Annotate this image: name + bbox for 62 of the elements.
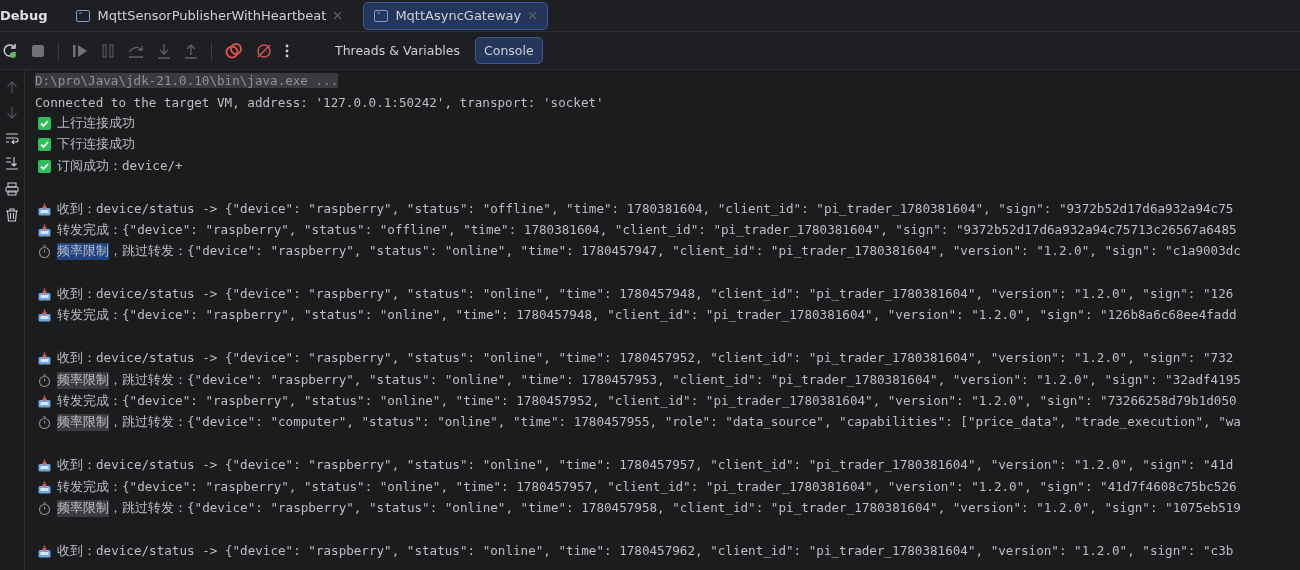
down-arrow-icon[interactable] — [6, 106, 18, 120]
inbox-tray-icon — [38, 202, 51, 216]
scroll-to-end-icon[interactable] — [5, 156, 19, 170]
inbox-tray-icon — [38, 459, 51, 473]
close-icon[interactable] — [528, 11, 538, 20]
window-icon — [374, 9, 389, 22]
step-out-icon[interactable] — [184, 42, 198, 59]
log-text: 上行连接成功 — [57, 114, 135, 132]
print-icon[interactable] — [5, 182, 19, 196]
search-highlight: 频率限制 — [57, 414, 109, 432]
up-arrow-icon[interactable] — [6, 80, 18, 94]
stopwatch-icon — [38, 502, 51, 515]
log-text: 收到：device/status -> {"device": "raspberry", "status": "online", "time": 1780457948, "client_id": "pi_trader_1780381604", "version": "1.2.0", "sign": "126 — [57, 286, 1234, 304]
search-highlight: 频率限制 — [57, 243, 109, 261]
rerun-icon[interactable] — [2, 42, 18, 59]
log-text: 转发完成：{"device": "raspberry", "status": "online", "time": 1780457952, "client_id": "pi_trader_1780381604", "version": "1.2.0", "sign": "73266258d79b1d050 — [57, 393, 1237, 411]
resume-icon[interactable] — [72, 43, 88, 58]
log-text: 转发完成：{"device": "raspberry", "status": "online", "time": 1780457957, "client_id": "pi_trader_1780381604", "version": "1.2.0", "sign": "41d7f4608c75bc526 — [57, 478, 1237, 496]
log-text: 转发完成：{"device": "raspberry", "status": "online", "time": 1780457948, "client_id": "pi_trader_1780381604", "version": "1.2.0", "sign": "126b8a6c68ee4fadd — [57, 307, 1237, 325]
step-over-icon[interactable] — [128, 43, 144, 58]
stopwatch-icon — [38, 245, 51, 259]
soft-wrap-icon[interactable] — [5, 132, 19, 144]
view-tab[interactable]: Console — [475, 37, 543, 64]
pause-icon[interactable] — [101, 43, 115, 58]
step-into-icon[interactable] — [157, 42, 171, 59]
check-icon — [38, 116, 51, 130]
stop-icon[interactable] — [31, 43, 45, 58]
check-icon — [38, 159, 51, 173]
trash-icon[interactable] — [5, 208, 19, 222]
search-highlight: 频率限制 — [57, 500, 109, 517]
log-text: 订阅成功：device/+ — [57, 157, 183, 175]
inbox-tray-icon — [38, 288, 51, 302]
window-icon — [76, 9, 91, 22]
log-text: ，跳过转发：{"device": "raspberry", "status": "online", "time": 1780457958, "client_id": "pi_trader_1780381604", "version": "1.2.0", "sign": "1075eb519 — [109, 500, 1241, 517]
run-tab[interactable]: MqttSensorPublisherWithHeartbeat — [65, 1, 354, 30]
inbox-tray-icon — [38, 352, 51, 366]
log-text: 下行连接成功 — [57, 136, 135, 154]
close-icon[interactable] — [333, 11, 343, 20]
inbox-tray-icon — [38, 544, 51, 558]
run-tab[interactable]: MqttAsyncGateway — [363, 1, 549, 30]
stopwatch-icon — [38, 416, 51, 430]
more-icon[interactable] — [285, 43, 289, 58]
search-highlight: 频率限制 — [57, 371, 109, 389]
inbox-tray-icon — [38, 395, 51, 409]
log-text: 转发完成：{"device": "raspberry", "status": "offline", "time": 1780381604, "client_id": "pi_trader_1780381604", "sign": "9372b52d17d6a932a94c75713c26567a6485 — [57, 221, 1237, 239]
inbox-tray-icon — [38, 223, 51, 237]
mute-breakpoints-icon[interactable] — [256, 42, 272, 59]
view-tab[interactable]: Threads & Variables — [326, 37, 470, 64]
panel-title: Debug — [0, 8, 48, 23]
stopwatch-icon — [38, 373, 51, 387]
log-text: Connected to the target VM, address: '127.0.0.1:50242', transport: 'socket' — [35, 94, 604, 110]
log-text: 收到：device/status -> {"device": "raspberry", "status": "online", "time": 1780457957, "client_id": "pi_trader_1780381604", "version": "1.2.0", "sign": "41d — [57, 457, 1234, 475]
breakpoints-icon[interactable] — [225, 42, 243, 59]
log-text: ，跳过转发：{"device": "computer", "status": "online", "time": 1780457955, "role": "data_source", "capabilities": ["price_data", "trade_execution", "wa — [109, 414, 1241, 432]
inbox-tray-icon — [38, 480, 51, 494]
log-text: ，跳过转发：{"device": "raspberry", "status": "online", "time": 1780457953, "client_id": "pi_trader_1780381604", "version": "1.2.0", "sign": "32adf4195 — [109, 371, 1241, 389]
log-text: 收到：device/status -> {"device": "raspberry", "status": "online", "time": 1780457952, "client_id": "pi_trader_1780381604", "version": "1.2.0", "sign": "732 — [57, 350, 1234, 368]
inbox-tray-icon — [38, 309, 51, 323]
check-icon — [38, 138, 51, 152]
log-text: 收到：device/status -> {"device": "raspberry", "status": "offline", "time": 1780381604, "client_id": "pi_trader_1780381604", "sign": "9372b52d17d6a932a94c75 — [57, 200, 1234, 218]
log-text: ，跳过转发：{"device": "raspberry", "status": "online", "time": 1780457947, "client_id": "pi_trader_1780381604", "version": "1.2.0", "sign": "c1a9003dc — [109, 243, 1241, 261]
log-text: 收到：device/status -> {"device": "raspberry", "status": "online", "time": 1780457962, "client_id": "pi_trader_1780381604", "version": "1.2.0", "sign": "c3b — [57, 542, 1234, 560]
